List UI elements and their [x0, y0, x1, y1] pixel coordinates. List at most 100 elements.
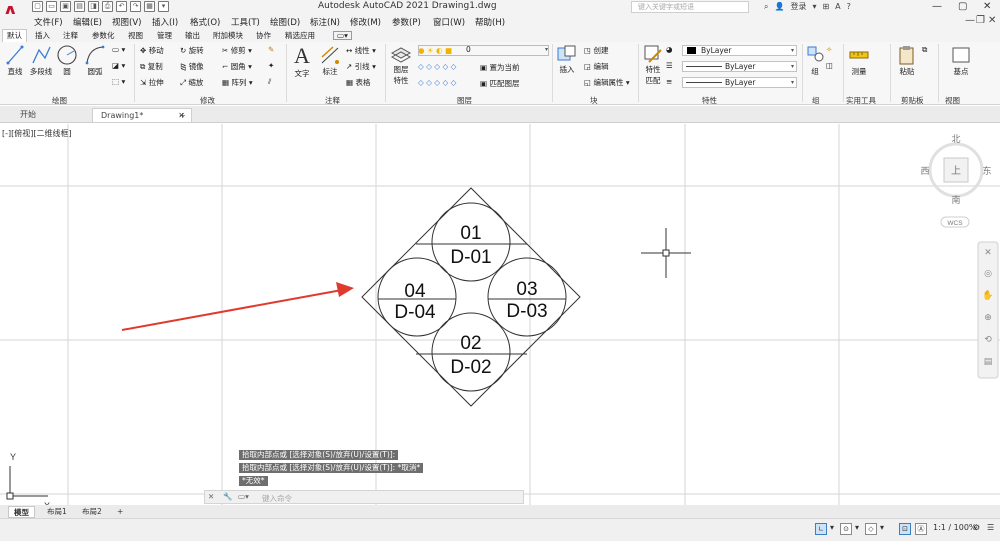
menu-insert[interactable]: 插入(I): [152, 16, 178, 28]
insert-block-button[interactable]: 插入: [556, 44, 578, 75]
search-icon[interactable]: ⌕: [764, 2, 768, 12]
new-tab-icon[interactable]: +: [176, 109, 189, 123]
maximize-button[interactable]: ▢: [958, 1, 967, 12]
zoom-extents-icon[interactable]: ⊕: [984, 313, 992, 323]
scale-value[interactable]: 1:1 / 100%: [933, 523, 977, 532]
circle-button[interactable]: 圆: [56, 44, 78, 77]
viewcube-south[interactable]: 南: [951, 194, 960, 206]
share-icon[interactable]: ◨: [88, 1, 99, 12]
copy-button[interactable]: ⧉ 复制: [140, 61, 163, 72]
copy-clip-icon[interactable]: ⧉: [922, 45, 927, 55]
explode-icon[interactable]: ✦: [268, 61, 274, 70]
polyline-button[interactable]: 多段线: [27, 44, 55, 77]
menu-edit[interactable]: 编辑(E): [73, 16, 102, 28]
group-tools-icon[interactable]: ✧: [826, 45, 832, 54]
polar-dropdown-icon[interactable]: ▾: [855, 523, 859, 532]
tab-model[interactable]: 模型: [8, 506, 35, 518]
match-layer-button[interactable]: ▣ 匹配图层: [480, 78, 519, 89]
rectangle-icon[interactable]: ▭ ▾: [112, 45, 125, 54]
doc-restore-button[interactable]: ❐: [976, 15, 985, 26]
line-button[interactable]: 直线: [4, 44, 26, 77]
boundary-icon[interactable]: ⬚ ▾: [112, 77, 125, 86]
isodraft-dropdown-icon[interactable]: ▾: [880, 523, 884, 532]
erase-icon[interactable]: ✎: [268, 45, 274, 54]
hatch-icon[interactable]: ◪ ▾: [112, 61, 125, 70]
save-icon[interactable]: ▣: [60, 1, 71, 12]
start-tab[interactable]: 开始: [12, 108, 44, 122]
doc-minimize-button[interactable]: —: [965, 15, 975, 26]
new-icon[interactable]: ▢: [32, 1, 43, 12]
customize-menu-icon[interactable]: ☰: [987, 523, 994, 532]
menu-draw[interactable]: 绘图(D): [270, 16, 300, 28]
close-command-icon[interactable]: ✕: [208, 492, 214, 501]
lineweight-icon[interactable]: ≡: [666, 77, 672, 86]
match-properties-button[interactable]: 特性 匹配: [642, 44, 664, 86]
customize-qat-icon[interactable]: ▾: [158, 1, 169, 12]
rotate-button[interactable]: ↻ 旋转: [180, 45, 204, 56]
drawing-canvas[interactable]: 01 D-01 02 D-02 03 D-03 04 D-04 Y X: [0, 124, 1000, 514]
ungroup-icon[interactable]: ◫: [826, 61, 833, 70]
pan-icon[interactable]: ✋: [982, 289, 993, 301]
color-dropdown[interactable]: ByLayer ▾: [682, 45, 797, 56]
osnap-icon[interactable]: ⊡: [899, 523, 911, 535]
orbit-icon[interactable]: ⟲: [984, 335, 992, 345]
plot-icon[interactable]: ▦: [144, 1, 155, 12]
add-layout-icon[interactable]: +: [112, 506, 128, 518]
paste-button[interactable]: 粘贴: [896, 44, 918, 77]
measure-button[interactable]: 测量: [847, 44, 871, 77]
edit-block-button[interactable]: ◲ 编辑: [584, 61, 608, 72]
dropdown-icon[interactable]: ▾: [812, 2, 816, 11]
menu-file[interactable]: 文件(F): [34, 16, 63, 28]
cart-icon[interactable]: ⊞: [822, 2, 829, 11]
view-panel-label[interactable]: 视图: [945, 95, 960, 106]
redo-icon[interactable]: ↷: [130, 1, 141, 12]
groups-panel-label[interactable]: 组: [812, 95, 820, 106]
trim-button[interactable]: ✂ 修剪 ▾: [222, 45, 252, 56]
tab-parametric[interactable]: 参数化: [92, 30, 115, 41]
create-block-button[interactable]: ◳ 创建: [584, 45, 608, 56]
menu-tools[interactable]: 工具(T): [231, 16, 260, 28]
ortho-dropdown-icon[interactable]: ▾: [830, 523, 834, 532]
viewcube-east[interactable]: 东: [982, 165, 991, 177]
recent-commands-icon[interactable]: ▭▾: [238, 492, 249, 501]
leader-button[interactable]: ↗ 引线 ▾: [346, 61, 376, 72]
save-as-icon[interactable]: ▤: [74, 1, 85, 12]
color-wheel-icon[interactable]: ◕: [666, 45, 673, 54]
linear-button[interactable]: ↔ 线性 ▾: [346, 45, 376, 56]
array-button[interactable]: ▦ 阵列 ▾: [222, 77, 253, 88]
autodesk-icon[interactable]: A: [835, 2, 840, 11]
viewport-controls[interactable]: [-][俯视][二维线框]: [2, 128, 72, 139]
isodraft-icon[interactable]: ◇: [865, 523, 877, 535]
offset-icon[interactable]: ⫽: [268, 77, 271, 87]
fillet-button[interactable]: ⌐ 圆角 ▾: [222, 61, 252, 72]
layer-properties-button[interactable]: 图层 特性: [390, 44, 412, 86]
tab-featured-apps[interactable]: 精选应用: [285, 30, 315, 41]
edit-attributes-button[interactable]: ◱ 编辑属性 ▾: [584, 77, 630, 88]
annotation-scale-icon[interactable]: Ⓐ: [915, 523, 927, 535]
tab-home[interactable]: 默认: [2, 29, 27, 42]
showmotion-icon[interactable]: ▤: [984, 357, 993, 367]
lineweight-dropdown[interactable]: ByLayer ▾: [682, 77, 797, 88]
viewcube-north[interactable]: 北: [951, 134, 960, 145]
arc-button[interactable]: 圆弧: [84, 44, 106, 77]
settings-gear-icon[interactable]: ⚙: [973, 523, 980, 532]
command-line[interactable]: ✕ 🔧 ▭▾ 键入命令: [204, 490, 524, 504]
menu-window[interactable]: 窗口(W): [433, 16, 465, 28]
menu-format[interactable]: 格式(O): [190, 16, 220, 28]
table-button[interactable]: ▦ 表格: [346, 77, 370, 88]
ribbon-toggle-icon[interactable]: ▭▾: [333, 31, 352, 40]
tab-insert[interactable]: 插入: [35, 30, 50, 41]
mirror-button[interactable]: ⧎ 镜像: [180, 61, 204, 72]
doc-close-button[interactable]: ✕: [988, 15, 996, 26]
nav-bar-close-icon[interactable]: ✕: [984, 248, 992, 258]
viewcube-top[interactable]: 上: [951, 165, 961, 177]
dimension-button[interactable]: 标注: [318, 44, 342, 77]
layers-panel-label[interactable]: 图层: [457, 95, 472, 106]
utilities-panel-label[interactable]: 实用工具: [846, 95, 876, 106]
open-icon[interactable]: ▭: [46, 1, 57, 12]
print-icon[interactable]: ⎙: [102, 1, 113, 12]
login-link[interactable]: 登录: [790, 1, 806, 12]
block-panel-label[interactable]: 块: [590, 95, 598, 106]
scale-button[interactable]: ⤢ 缩放: [180, 77, 203, 88]
linetype-dropdown[interactable]: ByLayer ▾: [682, 61, 797, 72]
